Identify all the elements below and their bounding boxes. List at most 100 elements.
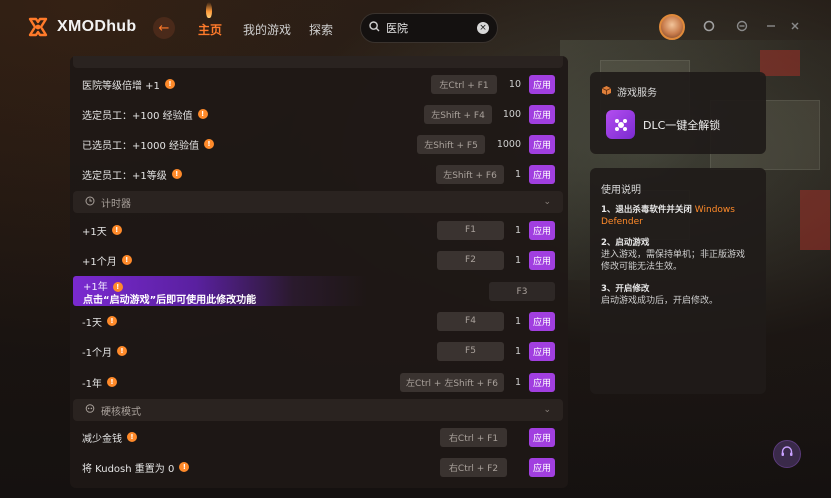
cheat-label: -1天 — [82, 317, 102, 329]
cheat-label: +1个月 — [82, 256, 117, 268]
cheat-value[interactable]: 1 — [481, 346, 521, 357]
cheat-value[interactable]: 1 — [481, 316, 521, 327]
chevron-down-icon: ⌄ — [543, 197, 551, 207]
notification-icon[interactable] — [702, 20, 716, 34]
hotkey-field[interactable]: F3 — [489, 282, 555, 301]
cheat-row: -1个月! F5 1 应用 — [70, 336, 568, 366]
section-hardcore[interactable]: 硬核模式 ⌄ — [73, 399, 563, 421]
info-icon[interactable]: ! — [106, 377, 117, 387]
info-icon[interactable]: ! — [164, 79, 175, 89]
cheat-value[interactable]: 10 — [481, 79, 521, 90]
box-icon — [601, 85, 612, 99]
dlc-icon — [606, 110, 635, 139]
hotkey-field[interactable]: 右Ctrl + F2 — [440, 457, 507, 477]
app-logo[interactable]: XMODhub — [27, 16, 136, 38]
section-title: 硬核模式 — [101, 406, 141, 418]
game-service-header: 游戏服务 — [601, 84, 657, 99]
instructions-title: 使用说明 — [601, 185, 641, 196]
cheat-label: 选定员工：+1等级 — [82, 170, 167, 182]
step-body: 进入游戏，需保持单机；非正版游戏修改可能无法生效。 — [601, 250, 746, 272]
dlc-unlock-button[interactable]: DLC一键全解锁 — [606, 110, 720, 139]
avatar[interactable] — [659, 14, 685, 40]
cheat-label: -1个月 — [82, 347, 112, 359]
section-header-partial — [73, 56, 563, 68]
instruction-step-1: 1、退出杀毒软件并关闭 Windows Defender — [601, 204, 751, 228]
apply-button[interactable]: 应用 — [529, 74, 555, 94]
headset-icon — [780, 445, 794, 463]
start-game-hint: 点击“启动游戏”后即可使用此修改功能 — [83, 295, 257, 306]
apply-button[interactable]: 应用 — [529, 341, 555, 361]
info-icon[interactable]: ! — [171, 169, 182, 179]
cheat-value[interactable]: 1 — [481, 169, 521, 180]
close-icon[interactable] — [788, 20, 802, 34]
info-icon[interactable]: ! — [116, 346, 127, 356]
window-dash-icon[interactable] — [764, 20, 778, 34]
apply-button[interactable]: 应用 — [529, 311, 555, 331]
clear-search-icon[interactable]: × — [477, 22, 489, 34]
cheat-label: 选定员工：+100 经验值 — [82, 110, 193, 122]
info-icon[interactable]: ! — [197, 109, 208, 119]
step-title: 2、启动游戏 — [601, 238, 650, 248]
nav-home[interactable]: 主页 — [198, 21, 222, 38]
apply-button[interactable]: 应用 — [529, 457, 555, 477]
top-bar: XMODhub ← 主页 我的游戏 探索 × — [0, 0, 831, 56]
apply-button[interactable]: 应用 — [529, 220, 555, 240]
info-icon[interactable]: ! — [179, 462, 190, 472]
cheat-value[interactable]: 1 — [481, 255, 521, 266]
app-title: XMODhub — [57, 18, 137, 35]
minimize-icon[interactable] — [735, 20, 749, 34]
hotkey-field[interactable]: 左Shift + F5 — [417, 134, 485, 154]
active-nav-indicator — [206, 2, 212, 18]
apply-button[interactable]: 应用 — [529, 104, 555, 124]
dlc-label: DLC一键全解锁 — [643, 118, 721, 132]
back-button[interactable]: ← — [153, 17, 175, 39]
step-title: 1、退出杀毒软件并关闭 — [601, 205, 692, 215]
info-icon[interactable]: ! — [204, 139, 215, 149]
section-title: 计时器 — [101, 198, 131, 210]
cheat-row: 选定员工：+100 经验值! 左Shift + F4 100 应用 — [70, 99, 568, 129]
cheat-row: +1天! F1 1 应用 — [70, 215, 568, 245]
cheat-row: 减少金钱! 右Ctrl + F1 应用 — [70, 422, 568, 452]
cheat-row: 医院等级倍增 +1! 左Ctrl + F1 10 应用 — [70, 69, 568, 99]
hotkey-field[interactable]: 右Ctrl + F1 — [440, 427, 507, 447]
section-timer[interactable]: 计时器 ⌄ — [73, 191, 563, 213]
info-icon[interactable]: ! — [127, 432, 137, 442]
info-icon[interactable]: ! — [111, 225, 122, 235]
cheat-row: 已选员工：+1000 经验值! 左Shift + F5 1000 应用 — [70, 129, 568, 159]
cheat-row: 选定员工：+1等级! 左Shift + F6 1 应用 — [70, 159, 568, 189]
cheat-label: 减少金钱 — [82, 433, 122, 445]
game-service-title: 游戏服务 — [617, 88, 657, 99]
cheat-label: -1年 — [82, 378, 102, 390]
instruction-step-3: 3、开启修改 启动游戏成功后，开启修改。 — [601, 283, 751, 307]
support-button[interactable] — [773, 440, 801, 468]
cheat-label: +1天 — [82, 226, 107, 238]
step-title: 3、开启修改 — [601, 284, 650, 294]
skull-icon — [85, 403, 95, 417]
cheat-value[interactable]: 1 — [481, 225, 521, 236]
apply-button[interactable]: 应用 — [529, 372, 555, 392]
xmod-logo-icon — [27, 16, 49, 38]
chevron-down-icon: ⌄ — [543, 405, 551, 415]
arrow-left-icon: ← — [158, 20, 170, 36]
search-input[interactable] — [386, 21, 466, 35]
nav-explore[interactable]: 探索 — [309, 21, 333, 38]
nav-my-games[interactable]: 我的游戏 — [243, 21, 291, 38]
cheat-row: 将 Kudosh 重置为 0! 右Ctrl + F2 应用 — [70, 452, 568, 482]
cheat-row: +1个月! F2 1 应用 — [70, 245, 568, 275]
apply-button[interactable]: 应用 — [529, 134, 555, 154]
apply-button[interactable]: 应用 — [529, 427, 555, 447]
step-body: 启动游戏成功后，开启修改。 — [601, 296, 719, 306]
cheat-row: -1年! 左Ctrl + 左Shift + F6 1 应用 — [70, 367, 568, 397]
cheat-label: 已选员工：+1000 经验值 — [82, 140, 200, 152]
cheat-label: 医院等级倍增 +1 — [82, 80, 160, 92]
clock-icon — [85, 196, 95, 209]
search-box[interactable]: × — [360, 13, 498, 43]
cheat-value[interactable]: 100 — [481, 109, 521, 120]
cheat-value[interactable]: 1000 — [481, 139, 521, 150]
info-icon[interactable]: ! — [121, 255, 132, 265]
info-icon[interactable]: ! — [106, 316, 117, 326]
apply-button[interactable]: 应用 — [529, 164, 555, 184]
cheat-value[interactable]: 1 — [481, 377, 521, 388]
apply-button[interactable]: 应用 — [529, 250, 555, 270]
instruction-step-2: 2、启动游戏 进入游戏，需保持单机；非正版游戏修改可能无法生效。 — [601, 237, 751, 273]
